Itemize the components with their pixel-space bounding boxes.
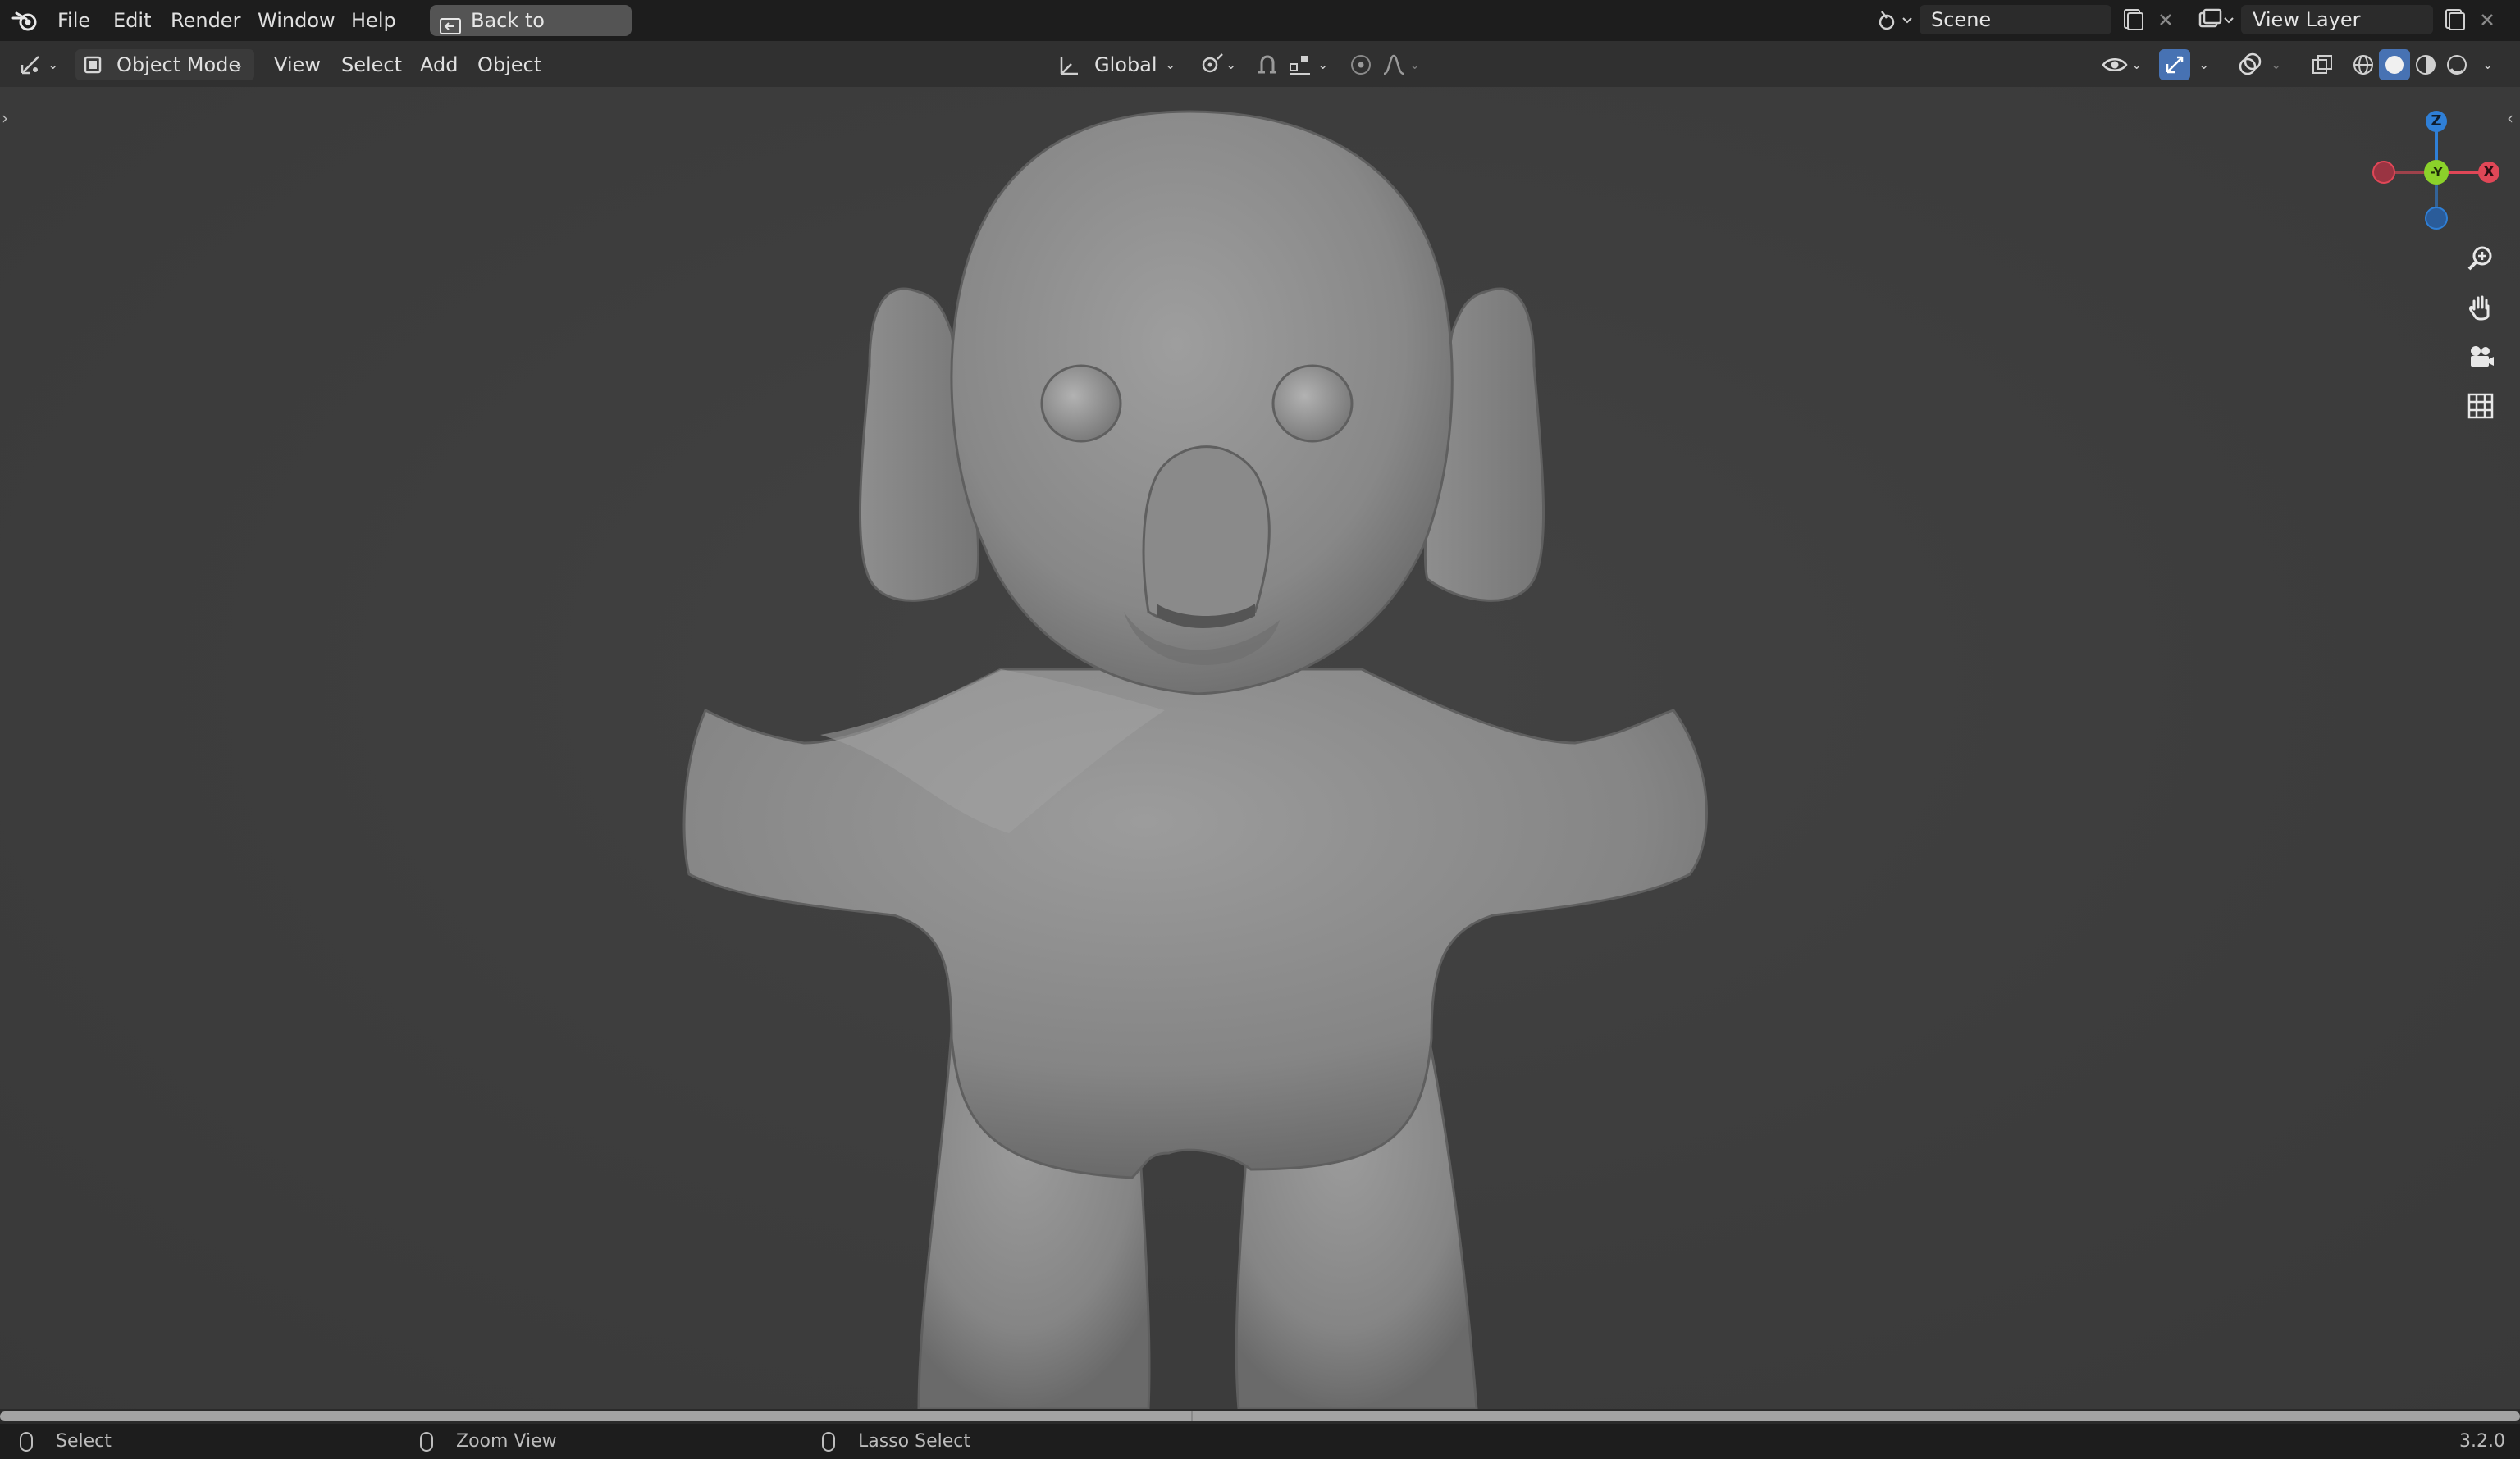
transform-orientation-icon	[1057, 54, 1080, 77]
menu-file[interactable]: File	[57, 0, 90, 41]
header-menu-select[interactable]: Select	[341, 49, 402, 80]
overlays-toggle-icon[interactable]	[2235, 49, 2266, 80]
delete-scene-icon[interactable]	[2154, 8, 2177, 31]
header-menu-view[interactable]: View	[274, 49, 321, 80]
menu-render[interactable]: Render	[171, 0, 240, 41]
gizmo-axis-neg-y[interactable]: -Y	[2424, 160, 2449, 185]
object-mode-dropdown[interactable]: Object Mode ⌄	[75, 49, 254, 80]
new-scene-icon[interactable]	[2120, 7, 2146, 33]
gizmo-z-label: Z	[2431, 112, 2442, 130]
scene-type-icon[interactable]	[1874, 7, 1915, 34]
header-menu-add[interactable]: Add	[420, 49, 458, 80]
gizmo-chevron-icon[interactable]: ⌄	[2198, 49, 2209, 80]
gizmo-y-label: -Y	[2430, 165, 2443, 180]
view-layer-field[interactable]: View Layer	[2241, 5, 2433, 34]
snap-chevron-icon[interactable]: ⌄	[1317, 49, 1328, 80]
visibility-chevron-icon[interactable]: ⌄	[2131, 49, 2142, 80]
editor-type-icon[interactable]	[15, 49, 46, 80]
header-menu-object[interactable]: Object	[477, 49, 541, 80]
scene-field[interactable]: Scene	[1920, 5, 2111, 34]
navigation-gizmo[interactable]: Z X -Y	[2371, 105, 2502, 236]
toggle-perspective-button[interactable]	[2460, 385, 2501, 426]
object-mode-icon	[84, 56, 102, 74]
gizmo-axis-z[interactable]: Z	[2426, 111, 2447, 132]
menu-edit[interactable]: Edit	[113, 0, 151, 41]
back-to-previous-button[interactable]: Back to Previous	[430, 5, 632, 63]
overlays-chevron-icon[interactable]: ⌄	[2271, 49, 2281, 80]
divider-grip	[1191, 1411, 1193, 1421]
menu-help[interactable]: Help	[351, 0, 396, 41]
blender-logo-icon[interactable]	[11, 8, 39, 33]
shading-rendered-icon[interactable]	[2441, 49, 2472, 80]
zoom-view-button[interactable]	[2460, 238, 2501, 279]
3d-viewport[interactable]: Z X -Y › ‹	[0, 87, 2520, 1409]
mouse-middle-click-icon	[420, 1432, 433, 1452]
object-mode-label: Object Mode	[116, 53, 241, 76]
menu-window[interactable]: Window	[258, 0, 336, 41]
pivot-point-icon[interactable]	[1196, 49, 1227, 80]
snap-toggle-icon[interactable]	[1252, 49, 1283, 80]
shading-wireframe-icon[interactable]	[2348, 49, 2379, 80]
proportional-editing-icon[interactable]	[1345, 49, 1376, 80]
sidebar-expand-chevron-icon[interactable]: ‹	[2507, 108, 2513, 128]
status-select-hint: Select	[56, 1431, 112, 1452]
snap-target-icon[interactable]	[1285, 49, 1316, 80]
elephant-sculpt-model[interactable]	[0, 87, 2520, 1409]
zoom-icon	[2468, 246, 2492, 271]
status-bar	[0, 1424, 2520, 1459]
shading-solid-icon[interactable]	[2379, 49, 2410, 80]
view-layer-name: View Layer	[2253, 8, 2361, 31]
editor-type-chevron-icon[interactable]: ⌄	[48, 49, 58, 80]
toolbar-expand-chevron-icon[interactable]: ›	[2, 108, 8, 128]
delete-view-layer-icon[interactable]	[2476, 8, 2499, 31]
divider-handle[interactable]	[0, 1411, 2520, 1421]
mouse-left-click-icon	[20, 1432, 33, 1452]
mouse-right-click-icon	[822, 1432, 835, 1452]
grid-icon	[2468, 393, 2494, 419]
selectability-visibility-icon[interactable]	[2100, 49, 2131, 80]
transform-orientation-chevron-icon: ⌄	[1165, 57, 1176, 72]
status-lasso-select-hint: Lasso Select	[858, 1431, 970, 1452]
shading-material-icon[interactable]	[2410, 49, 2441, 80]
proportional-falloff-icon[interactable]	[1378, 49, 1409, 80]
xray-toggle-icon[interactable]	[2307, 49, 2338, 80]
new-view-layer-icon[interactable]	[2441, 7, 2468, 33]
view-layer-type-icon[interactable]	[2195, 7, 2236, 34]
pan-view-button[interactable]	[2460, 287, 2501, 328]
gizmo-x-label: X	[2483, 163, 2495, 180]
gizmo-toggle-icon[interactable]	[2159, 49, 2190, 80]
hand-icon	[2469, 295, 2490, 321]
pivot-point-chevron-icon[interactable]: ⌄	[1226, 49, 1236, 80]
proportional-falloff-chevron-icon[interactable]: ⌄	[1409, 49, 1420, 80]
gizmo-axis-x[interactable]: X	[2478, 162, 2499, 183]
blender-version: 3.2.0	[2459, 1431, 2505, 1452]
transform-orientation-dropdown[interactable]: Global ⌄	[1053, 49, 1185, 80]
camera-icon	[2471, 346, 2494, 367]
camera-view-button[interactable]	[2460, 336, 2501, 377]
back-icon	[440, 12, 461, 34]
scene-name: Scene	[1931, 8, 1992, 31]
object-mode-chevron-icon: ⌄	[233, 57, 244, 72]
timeline-divider[interactable]	[0, 1409, 2520, 1424]
status-zoom-view-hint: Zoom View	[456, 1431, 557, 1452]
shading-chevron-icon[interactable]: ⌄	[2482, 49, 2493, 80]
transform-orientation-label: Global	[1094, 53, 1157, 76]
